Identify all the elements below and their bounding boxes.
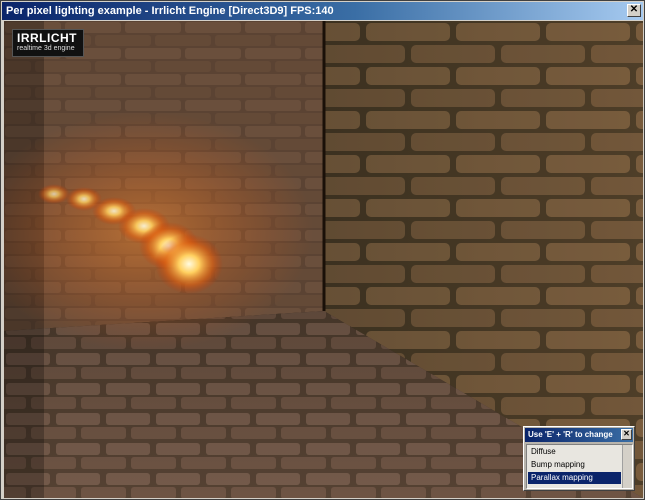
logo-name: IRRLICHT <box>17 31 77 45</box>
listbox-scrollbar[interactable] <box>622 445 632 488</box>
window-title: Per pixel lighting example - Irrlicht En… <box>6 2 334 20</box>
app-window: Per pixel lighting example - Irrlicht En… <box>0 0 645 500</box>
close-button[interactable]: ✕ <box>627 4 641 17</box>
list-item-diffuse[interactable]: Diffuse <box>528 446 621 458</box>
close-icon: ✕ <box>630 4 638 15</box>
mode-panel: Use 'E' + 'R' to change ✕ Diffuse Bump m… <box>523 426 635 491</box>
list-item-bump-mapping[interactable]: Bump mapping <box>528 459 621 471</box>
logo-tagline: realtime 3d engine <box>17 45 75 52</box>
3d-viewport[interactable]: IRRLICHT realtime 3d engine Use 'E' + 'R… <box>4 21 643 498</box>
panel-title-bar[interactable]: Use 'E' + 'R' to change ✕ <box>525 428 633 442</box>
irrlicht-logo: IRRLICHT realtime 3d engine <box>12 29 84 57</box>
mode-listbox[interactable]: Diffuse Bump mapping Parallax mapping <box>526 444 633 489</box>
panel-title: Use 'E' + 'R' to change <box>528 428 613 442</box>
title-bar[interactable]: Per pixel lighting example - Irrlicht En… <box>2 2 643 20</box>
list-item-parallax-mapping[interactable]: Parallax mapping <box>528 472 621 484</box>
panel-close-button[interactable]: ✕ <box>621 429 632 440</box>
close-icon: ✕ <box>623 429 630 438</box>
